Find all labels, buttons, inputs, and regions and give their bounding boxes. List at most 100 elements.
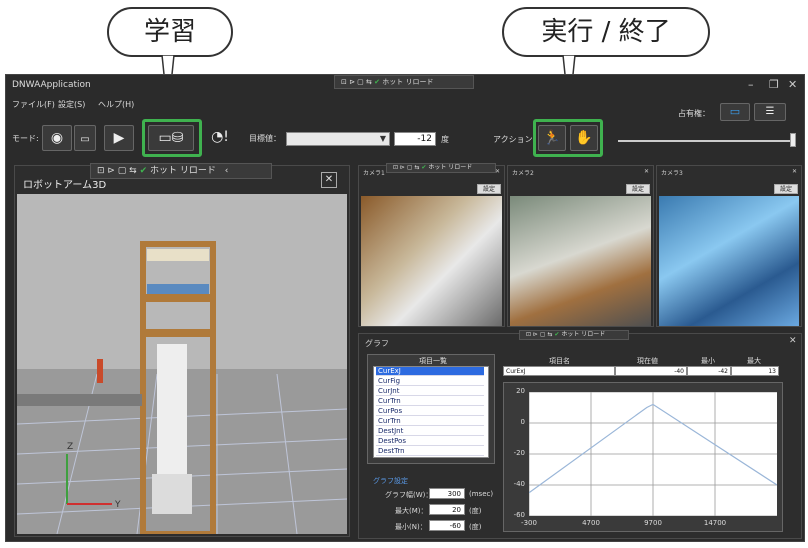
table-cell-max: 13: [731, 366, 779, 376]
x-tick-label: 4700: [582, 519, 600, 527]
toolbar-icons: ⊡ ⊳ ▢ ⇆: [341, 78, 375, 86]
camera-2-settings-button[interactable]: 設定: [626, 184, 650, 194]
hot-reload-toolbar-graph[interactable]: ⊡ ⊳ ▢ ⇆ ✔ ホット リロード: [519, 330, 629, 340]
graph-max-input[interactable]: 20: [429, 504, 465, 515]
target-unit: 度: [441, 135, 449, 144]
hot-reload-toolbar[interactable]: ⊡ ⊳ ▢ ⇆ ✔ ホット リロード ‹: [90, 163, 272, 179]
x-tick-label: 14700: [703, 519, 727, 527]
close-button[interactable]: ✕: [788, 78, 797, 91]
target-dropdown[interactable]: ▼: [286, 132, 390, 146]
occupancy-label: 占有権：: [678, 109, 710, 118]
image-mode-button[interactable]: ▭: [74, 125, 96, 151]
inference-button[interactable]: ◔!: [202, 125, 238, 151]
y-tick-label: -60: [513, 511, 525, 519]
hot-reload-float-label: ホット リロード: [150, 166, 216, 176]
collapse-icon[interactable]: ‹: [225, 166, 229, 176]
inference-icon: ◔!: [211, 129, 229, 145]
mode-label: モード:: [12, 134, 39, 143]
x-tick-label: -300: [521, 519, 537, 527]
table-cell-name: CurExJ: [503, 366, 615, 376]
monitor-icon: ▭: [729, 105, 741, 118]
col-header-name: 項目名: [549, 357, 570, 365]
item-list-header: 項目一覧: [419, 357, 447, 365]
col-header-min: 最小: [701, 357, 715, 365]
y-tick-label: -40: [513, 480, 525, 488]
app-window: DNWAApplication – ❐ ✕ ⊡ ⊳ ▢ ⇆ ✔ ホット リロード…: [5, 74, 805, 542]
graph-width-value: 300: [447, 490, 461, 498]
menu-settings[interactable]: 設定(S): [58, 99, 85, 110]
table-cell-min: -42: [687, 366, 731, 376]
camera-mode-button[interactable]: ◉: [42, 125, 72, 151]
item-list[interactable]: CurExJ CurFig CurJnt CurTrn CurPos CurTr…: [373, 366, 489, 458]
camera-3-close-icon[interactable]: ✕: [792, 168, 797, 175]
graph-min-input[interactable]: -60: [429, 520, 465, 531]
graph-min-value: -60: [449, 522, 461, 530]
y-tick-label: -20: [513, 449, 525, 457]
graph-max-value: 20: [452, 506, 461, 514]
hot-reload-label: ホット リロード: [382, 78, 434, 86]
learn-callout-text: 学習: [143, 17, 196, 47]
list-item[interactable]: CurTrn: [376, 397, 484, 406]
table-cell-current: -40: [615, 366, 687, 376]
camera-1-panel: カメラ1 ✕ 設定: [358, 165, 505, 327]
graph-max-label: 最大(M)：: [395, 507, 428, 515]
hot-reload-toolbar-top[interactable]: ⊡ ⊳ ▢ ⇆ ✔ ホット リロード: [334, 75, 474, 89]
learn-highlight: [142, 119, 202, 157]
toolbar-icons-cam: ⊡ ⊳ ▢ ⇆: [393, 164, 422, 171]
hot-reload-cam-label: ホット リロード: [428, 164, 473, 171]
menu-help[interactable]: ヘルプ(H): [98, 99, 134, 110]
x-tick-label: 9700: [644, 519, 662, 527]
window-title: DNWAApplication: [12, 80, 91, 90]
graph-close-icon[interactable]: ✕: [789, 336, 797, 346]
hot-reload-graph-label: ホット リロード: [561, 331, 606, 338]
list-item[interactable]: DestJnt: [376, 427, 484, 436]
learn-callout: 学習: [107, 7, 233, 57]
hot-reload-cam-check-icon: ✔: [421, 164, 427, 171]
col-header-current: 現在値: [637, 357, 658, 365]
graph-width-input[interactable]: 300: [429, 488, 465, 499]
list-item[interactable]: CurPos: [376, 407, 484, 416]
toolbar-icons-float: ⊡ ⊳ ▢ ⇆: [97, 166, 140, 176]
camera-2-close-icon[interactable]: ✕: [644, 168, 649, 175]
minimize-button[interactable]: –: [748, 78, 754, 91]
camera-3-feed: [659, 196, 799, 326]
line-chart: [529, 392, 777, 516]
speed-slider-track[interactable]: [618, 140, 794, 142]
list-item[interactable]: CurJnt: [376, 387, 484, 396]
restore-button[interactable]: ❐: [769, 78, 779, 91]
occupancy-list-button[interactable]: ☰: [754, 103, 786, 121]
camera-1-settings-button[interactable]: 設定: [477, 184, 501, 194]
hot-reload-graph-check-icon: ✔: [554, 331, 560, 338]
image-icon: ▭: [80, 134, 90, 145]
camera-3-settings-button[interactable]: 設定: [774, 184, 798, 194]
list-item[interactable]: CurTrn: [376, 417, 484, 426]
chevron-down-icon: ▼: [379, 134, 386, 143]
target-value-field[interactable]: -12: [394, 132, 436, 146]
list-item[interactable]: CurExJ: [376, 367, 484, 376]
robot-3d-viewport[interactable]: Z Y: [17, 194, 347, 534]
menu-file[interactable]: ファイル(F): [12, 99, 55, 110]
graph-max-unit: (度): [469, 507, 482, 515]
hot-reload-check-icon: ✔: [374, 78, 380, 86]
axis-z-label: Z: [67, 442, 73, 452]
graph-width-unit: (msec): [469, 490, 494, 498]
webcam-icon: ◉: [50, 130, 64, 146]
run-stop-callout-text: 実行 / 終了: [541, 17, 671, 47]
graph-min-label: 最小(N)：: [395, 523, 427, 531]
camera-3-panel: カメラ3 ✕ 設定: [656, 165, 802, 327]
camera-1-feed: [361, 196, 502, 326]
play-mode-button[interactable]: ▶: [104, 125, 134, 151]
col-header-max: 最大: [747, 357, 761, 365]
play-icon: ▶: [113, 130, 125, 146]
list-item[interactable]: DestPos: [376, 437, 484, 446]
target-label: 目標値：: [249, 134, 281, 143]
list-item[interactable]: DestTrn: [376, 447, 484, 456]
list-icon: ☰: [765, 106, 775, 117]
run-stop-highlight: [533, 119, 603, 157]
hot-reload-toolbar-camera[interactable]: ⊡ ⊳ ▢ ⇆ ✔ ホット リロード: [386, 163, 496, 173]
robot-3d-panel: ロボットアーム3D ✕ Z Y: [14, 165, 350, 537]
robot-3d-close-icon[interactable]: ✕: [321, 172, 337, 188]
speed-slider-thumb[interactable]: [790, 133, 796, 147]
occupancy-monitor-button[interactable]: ▭: [720, 103, 750, 121]
list-item[interactable]: CurFig: [376, 377, 484, 386]
